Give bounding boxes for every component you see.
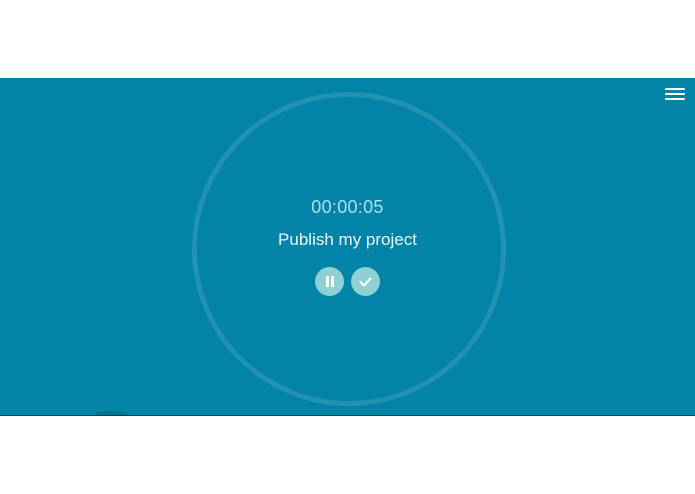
hamburger-menu-icon bbox=[665, 88, 685, 90]
hamburger-menu-icon-line bbox=[665, 93, 685, 95]
pause-button[interactable] bbox=[315, 267, 344, 296]
timer-panel: 00:00:05 Publish my project bbox=[0, 78, 695, 415]
bottom-blank-area bbox=[0, 416, 695, 494]
check-icon bbox=[359, 276, 372, 287]
timer-controls bbox=[315, 267, 380, 296]
top-blank-area bbox=[0, 0, 695, 78]
elapsed-time: 00:00:05 bbox=[311, 197, 384, 217]
pause-icon bbox=[325, 276, 334, 287]
menu-button[interactable] bbox=[665, 86, 685, 102]
task-title: Publish my project bbox=[278, 230, 417, 249]
hamburger-menu-icon-line bbox=[665, 98, 685, 100]
complete-button[interactable] bbox=[351, 267, 380, 296]
